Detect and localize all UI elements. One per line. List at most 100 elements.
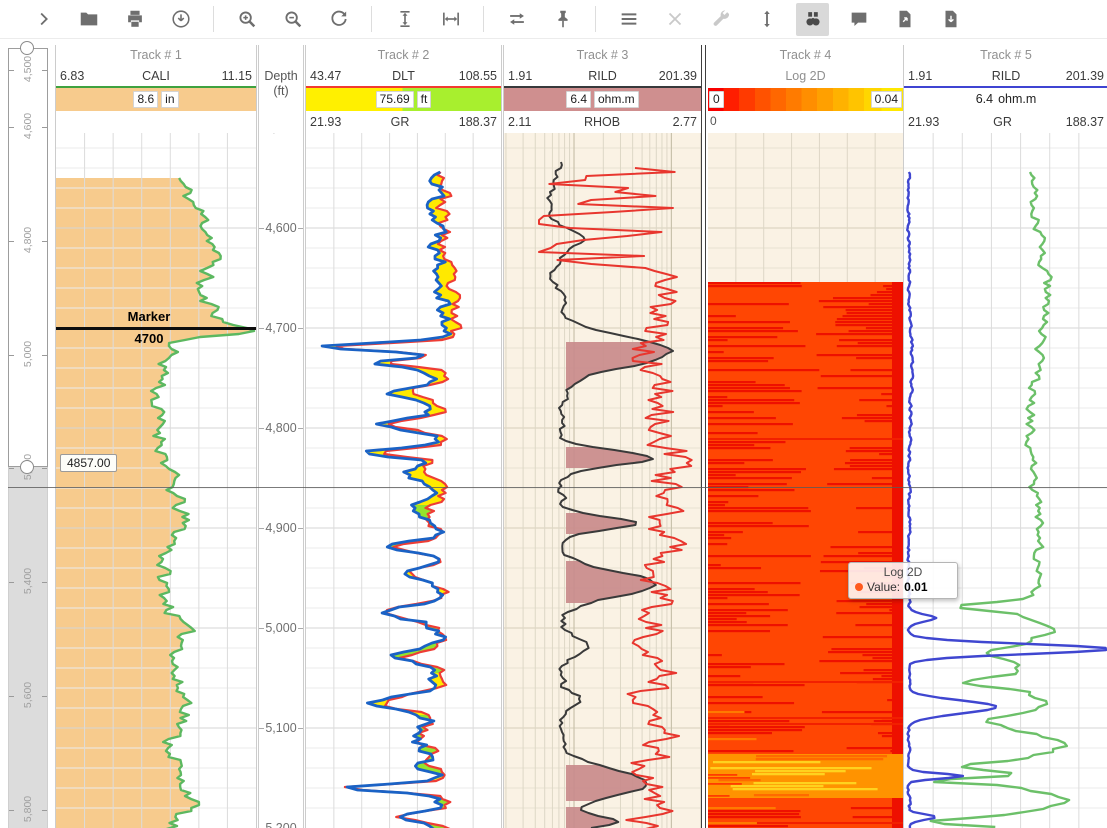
log2d-axis-min: 0 (708, 111, 903, 133)
reset-zoom-icon (328, 8, 350, 30)
download-icon (170, 8, 192, 30)
curve-header-rhob[interactable]: 2.11 RHOB 2.77 (504, 111, 701, 133)
overview-hidden-range (9, 467, 47, 828)
curve-unit-chip: ohm.m (594, 91, 639, 108)
overview-tick (9, 355, 14, 356)
toolbar-zoom-in-button[interactable] (230, 3, 263, 36)
track-2-plot[interactable] (306, 133, 501, 828)
toolbar-print-button[interactable] (118, 3, 151, 36)
tooltip-title: Log 2D (855, 565, 951, 579)
overview-handle-top[interactable] (20, 41, 34, 55)
toolbar-inspect-binoculars-button[interactable] (796, 3, 829, 36)
toolbar-expand-panel-button[interactable] (26, 3, 59, 36)
curve-name: GR (391, 115, 410, 129)
track-1-plot[interactable] (56, 133, 256, 828)
track-title: Track # 4 (708, 45, 903, 66)
zoom-out-icon (282, 8, 304, 30)
depth-overview-scrollbar[interactable]: 4,5004,6004,8005,0005,2005,4005,6005,800 (8, 48, 48, 828)
curve-min: 21.93 (908, 115, 939, 129)
overview-handle-bottom[interactable] (20, 460, 34, 474)
curve-min: 6.83 (60, 69, 84, 83)
plot-t2-canvas (306, 133, 501, 828)
rild-value-bar: 6.4 ohm.m (504, 88, 701, 111)
curve-max: 108.55 (459, 69, 497, 83)
expand-panel-icon (32, 8, 54, 30)
overview-tick (42, 127, 47, 128)
track-3-plot[interactable] (504, 133, 701, 828)
toolbar-swap-orientation-button[interactable] (500, 3, 533, 36)
curve-header-cali[interactable]: 6.83 CALI 11.15 (56, 66, 256, 88)
swap-orientation-icon (506, 8, 528, 30)
track-title: Track # 1 (56, 45, 256, 66)
curve-max: 201.39 (659, 69, 697, 83)
toolbar-download-button[interactable] (164, 3, 197, 36)
crosshair-line (8, 487, 1107, 488)
depth-marker-line[interactable] (56, 327, 256, 330)
curve-header-rild[interactable]: 1.91 RILD 201.39 (504, 66, 701, 88)
colorbar-max-chip: 0.04 (871, 91, 902, 108)
toolbar-menu-button[interactable] (612, 3, 645, 36)
depth-tick-dash (298, 328, 303, 329)
curve-header-rild[interactable]: 1.91 RILD 201.39 (904, 66, 1107, 88)
track-title: Track # 5 (904, 45, 1107, 66)
toolbar-resize-vertical-button[interactable] (750, 3, 783, 36)
toolbar-open-folder-button[interactable] (72, 3, 105, 36)
curve-min: 43.47 (310, 69, 341, 83)
toolbar-reset-zoom-button[interactable] (322, 3, 355, 36)
overview-tick (42, 70, 47, 71)
toolbar-zoom-out-button[interactable] (276, 3, 309, 36)
depth-axis-title: Depth (ft) (259, 69, 303, 99)
save-file-icon (940, 8, 962, 30)
depth-tick-dash (298, 428, 303, 429)
pin-icon (552, 8, 574, 30)
curve-unit-chip: in (161, 91, 178, 108)
curve-min: 1.91 (908, 69, 932, 83)
curve-value-chip: 6.4 (566, 91, 591, 108)
depth-marker-name: Marker (56, 309, 242, 324)
plot-t3-canvas (504, 133, 701, 828)
overview-depth-label: 5,600 (22, 675, 34, 715)
depth-tick-label: 4,900 (259, 521, 303, 535)
overview-tick (42, 355, 47, 356)
curve-header-gr[interactable]: 21.93 GR 188.37 (306, 111, 501, 133)
toolbar-close-button (658, 3, 691, 36)
curve-max: 2.77 (673, 115, 697, 129)
zoom-in-icon (236, 8, 258, 30)
track-5-plot[interactable] (904, 133, 1107, 828)
toolbar-separator (595, 6, 596, 32)
depth-tick-label: 4,800 (259, 421, 303, 435)
depth-tick-dash (259, 628, 264, 629)
fit-width-icon (440, 8, 462, 30)
toolbar-separator (483, 6, 484, 32)
open-folder-icon (78, 8, 100, 30)
rild-value-text: 6.4ohm.m (904, 88, 1107, 111)
depth-tick-label: 5,000 (259, 621, 303, 635)
depth-marker-depth: 4700 (56, 331, 242, 346)
overview-depth-label: 4,500 (22, 49, 34, 89)
close-icon (664, 8, 686, 30)
curve-header-dlt[interactable]: 43.47 DLT 108.55 (306, 66, 501, 88)
log2d-header[interactable]: Log 2D (708, 66, 903, 88)
annotation-icon (848, 8, 870, 30)
depth-tick-dash (259, 228, 264, 229)
toolbar-fit-height-button[interactable] (388, 3, 421, 36)
curve-value-chip: 8.6 (133, 91, 158, 108)
curve-min: 1.91 (508, 69, 532, 83)
toolbar-annotation-button[interactable] (842, 3, 875, 36)
resize-vertical-icon (756, 8, 778, 30)
toolbar-pin-button[interactable] (546, 3, 579, 36)
track-3: Track # 3 1.91 RILD 201.39 6.4 ohm.m 2.1… (503, 45, 702, 828)
toolbar-save-file-button[interactable] (934, 3, 967, 36)
curve-header-gr[interactable]: 21.93 GR 188.37 (904, 111, 1107, 133)
toolbar-fit-width-button[interactable] (434, 3, 467, 36)
toolbar-export-file-button[interactable] (888, 3, 921, 36)
plot-t4-canvas (708, 133, 903, 828)
curve-min: 21.93 (310, 115, 341, 129)
track-4-plot[interactable] (708, 133, 903, 828)
tooltip-value-label: Value: (867, 580, 900, 594)
depth-tick-label: 4,600 (259, 221, 303, 235)
track-4: Track # 4 Log 2D 0 0.04 0 (708, 45, 904, 828)
depth-tick-label: 5,200 (259, 821, 303, 828)
fit-height-icon (394, 8, 416, 30)
track-splitter[interactable] (701, 45, 706, 828)
